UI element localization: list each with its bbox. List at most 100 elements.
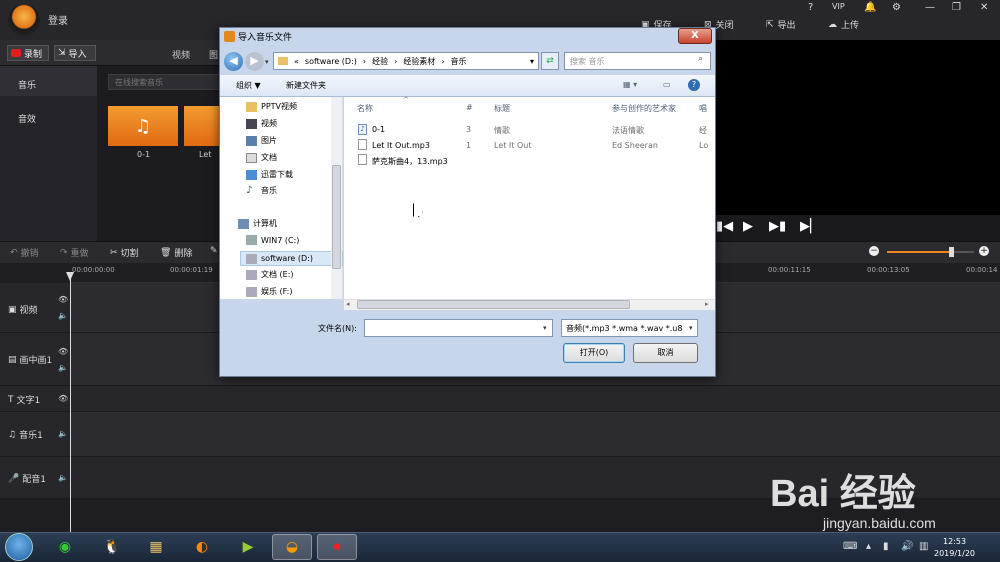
volume-icon[interactable]: 🔊 bbox=[901, 541, 913, 552]
file-name[interactable]: 0-1 bbox=[372, 125, 385, 134]
nav-item-drive-c[interactable]: WIN7 (C:) bbox=[246, 235, 299, 245]
speaker-icon[interactable]: 🔈 bbox=[58, 311, 68, 320]
edit-icon[interactable]: ✎ bbox=[210, 246, 218, 256]
forward-arrow-icon[interactable]: ▶ bbox=[245, 52, 264, 71]
nav-item-pictures[interactable]: 图片 bbox=[246, 135, 277, 146]
nav-item-music[interactable]: ♪ 音乐 bbox=[246, 185, 277, 196]
speaker-icon[interactable]: 🔈 bbox=[58, 363, 68, 372]
filetype-dropdown-icon[interactable]: ▾ bbox=[689, 324, 693, 332]
tab-video[interactable]: 视频 bbox=[172, 48, 190, 61]
bell-icon[interactable]: 🔔 bbox=[864, 2, 876, 13]
column-title[interactable]: 标题 bbox=[494, 103, 510, 114]
scroll-left-icon[interactable]: ◂ bbox=[346, 300, 350, 308]
start-button[interactable] bbox=[5, 533, 33, 561]
system-clock[interactable]: 12:53 2019/1/20 bbox=[934, 536, 975, 560]
export-button[interactable]: ⇱ 导出 bbox=[766, 18, 796, 32]
nav-item-pptv[interactable]: PPTV视频 bbox=[246, 101, 297, 112]
import-button[interactable]: ⇲ 导入 bbox=[54, 45, 96, 61]
breadcrumb-item[interactable]: 经验 bbox=[372, 56, 388, 67]
cancel-button[interactable]: 取消 bbox=[633, 343, 698, 363]
tray-expand-icon[interactable]: ▴ bbox=[866, 541, 871, 552]
history-dropdown-icon[interactable]: ▾ bbox=[265, 58, 269, 66]
cut-button[interactable]: ✂ 切割 bbox=[110, 246, 139, 260]
back-arrow-icon[interactable]: ◀ bbox=[224, 52, 243, 71]
upload-button[interactable]: ☁ 上传 bbox=[828, 18, 859, 32]
login-link[interactable]: 登录 bbox=[48, 12, 68, 27]
help-icon[interactable]: ? bbox=[808, 2, 813, 13]
new-folder-button[interactable]: 新建文件夹 bbox=[286, 80, 326, 91]
close-icon[interactable]: ✕ bbox=[980, 2, 988, 13]
filename-dropdown-icon[interactable]: ▾ bbox=[543, 324, 547, 332]
nav-item-downloads[interactable]: 迅雷下载 bbox=[246, 169, 293, 180]
view-toggle-icon[interactable]: ▦ ▾ bbox=[623, 80, 637, 89]
speaker-icon[interactable]: 🔈 bbox=[58, 429, 68, 438]
eye-icon[interactable]: 👁 bbox=[58, 295, 68, 304]
hscrollbar-thumb[interactable] bbox=[357, 300, 630, 309]
battery-icon[interactable]: ▮ bbox=[883, 541, 889, 552]
eye-icon[interactable]: 👁 bbox=[58, 394, 68, 403]
filename-input[interactable] bbox=[364, 319, 553, 337]
column-name[interactable]: 名称 bbox=[357, 103, 373, 114]
filetype-select[interactable]: 音频(*.mp3 *.wma *.wav *.u8 bbox=[561, 319, 698, 337]
gear-icon[interactable]: ⚙ bbox=[892, 2, 901, 13]
open-button[interactable]: 打开(O) bbox=[563, 343, 625, 363]
folder-search-input[interactable]: 搜索 音乐 bbox=[564, 52, 711, 70]
column-number[interactable]: # bbox=[466, 103, 473, 112]
nav-item-drive-d[interactable]: software (D:) bbox=[240, 251, 343, 266]
track-header-music[interactable]: ♫ 音乐1 🔈 bbox=[0, 412, 70, 457]
nav-sound-effects[interactable]: 音效 bbox=[0, 100, 97, 130]
nav-item-videos[interactable]: 视频 bbox=[246, 118, 277, 129]
breadcrumb-item[interactable]: 音乐 bbox=[451, 56, 467, 67]
breadcrumb-item[interactable]: 经验素材 bbox=[403, 56, 435, 67]
nav-music[interactable]: 音乐 bbox=[0, 66, 97, 96]
organize-button[interactable]: 组织 ▼ bbox=[236, 80, 261, 91]
address-bar[interactable]: « software (D:) › 经验 › 经验素材 › 音乐 ▾ bbox=[273, 52, 539, 70]
speaker-icon[interactable]: 🔈 bbox=[58, 473, 68, 482]
column-album[interactable]: 唱 bbox=[699, 103, 707, 114]
scroll-right-icon[interactable]: ▸ bbox=[705, 300, 709, 308]
nav-item-documents[interactable]: 文档 bbox=[246, 152, 277, 163]
eye-icon[interactable]: 👁 bbox=[58, 347, 68, 356]
address-dropdown-icon[interactable]: ▾ bbox=[530, 57, 538, 66]
restore-icon[interactable]: ❐ bbox=[952, 2, 961, 13]
dialog-close-button[interactable]: X bbox=[678, 28, 712, 44]
track-header-pip[interactable]: ▤ 画中画1 👁 🔈 bbox=[0, 333, 70, 386]
music-thumb[interactable] bbox=[184, 106, 222, 146]
preview-pane-icon[interactable]: ▭ bbox=[663, 80, 671, 89]
refresh-icon[interactable]: ⇄ bbox=[541, 52, 559, 70]
playhead-line[interactable] bbox=[70, 272, 71, 532]
delete-button[interactable]: 🗑 删除 bbox=[160, 246, 192, 260]
music-search-input[interactable]: 在线搜索音乐 bbox=[108, 74, 220, 90]
music-thumb[interactable]: ♫ bbox=[108, 106, 178, 146]
skip-end-icon[interactable]: ▶▏ bbox=[800, 219, 820, 234]
vip-icon[interactable]: VIP bbox=[832, 2, 845, 11]
taskbar-app-recorder[interactable]: ⏺ bbox=[317, 534, 357, 560]
next-frame-icon[interactable]: ▶▮ bbox=[769, 219, 786, 234]
play-icon[interactable]: ▶ bbox=[743, 219, 753, 234]
search-icon[interactable]: ⌕ bbox=[698, 54, 703, 64]
network-icon[interactable]: ▥ bbox=[919, 541, 928, 552]
zoom-in-icon[interactable]: + bbox=[979, 246, 989, 256]
record-button[interactable]: 录制 bbox=[7, 45, 49, 61]
redo-button[interactable]: ↷ 重做 bbox=[60, 246, 89, 260]
column-artist[interactable]: 参与创作的艺术家 bbox=[612, 103, 676, 114]
taskbar-app-qq[interactable]: 🐧 bbox=[92, 534, 132, 560]
previous-frame-icon[interactable]: ▮◀ bbox=[716, 219, 733, 234]
undo-button[interactable]: ↶ 撤销 bbox=[10, 246, 39, 260]
file-name[interactable]: Let It Out.mp3 bbox=[372, 141, 430, 150]
track-header-video[interactable]: ▣ 视频 👁 🔈 bbox=[0, 283, 70, 333]
minimize-icon[interactable]: — bbox=[925, 2, 935, 13]
taskbar-app-browser[interactable]: ◉ bbox=[45, 534, 85, 560]
track-music[interactable] bbox=[70, 412, 1000, 457]
keyboard-icon[interactable]: ⌨ bbox=[843, 541, 857, 552]
taskbar-app-video-editor[interactable]: ◒ bbox=[272, 534, 312, 560]
zoom-slider-handle[interactable] bbox=[948, 247, 954, 257]
nav-item-computer[interactable]: 计算机 bbox=[238, 218, 277, 229]
zoom-out-icon[interactable]: − bbox=[869, 246, 879, 256]
track-header-text[interactable]: T 文字1 👁 bbox=[0, 386, 70, 412]
file-name[interactable]: 萨克斯曲4，13.mp3 bbox=[372, 156, 448, 167]
nav-item-drive-e[interactable]: 文档 (E:) bbox=[246, 269, 294, 280]
breadcrumb-item[interactable]: software (D:) bbox=[305, 57, 357, 66]
nav-item-drive-f[interactable]: 娱乐 (F:) bbox=[246, 286, 292, 297]
tab-picture[interactable]: 图 bbox=[209, 48, 218, 61]
